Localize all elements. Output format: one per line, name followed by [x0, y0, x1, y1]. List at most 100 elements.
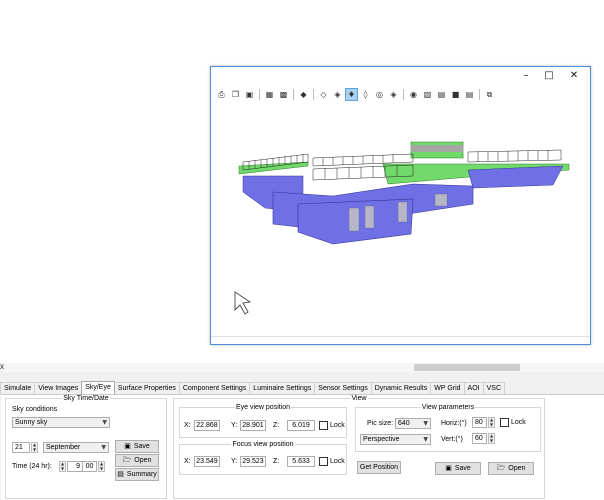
projection-select[interactable]: Perspective ▼ [360, 434, 431, 445]
camera-icon[interactable]: ▦ [263, 88, 276, 101]
focus-y-field[interactable]: 29.523 [240, 456, 266, 467]
view-icon[interactable]: ◈ [331, 88, 344, 101]
frame-icon[interactable]: ▩ [277, 88, 290, 101]
get-position-button[interactable]: Get Position [357, 461, 401, 474]
view-save-button[interactable]: ▣ Save [435, 462, 481, 475]
vert-stepper[interactable]: ▲ ▼ [488, 433, 495, 444]
render-icon[interactable]: ◎ [373, 88, 386, 101]
hour-field[interactable]: 9 [67, 461, 83, 472]
day-stepper[interactable]: ▲ ▼ [31, 442, 38, 453]
pic-size-value: 640 [398, 420, 410, 427]
minimize-icon[interactable]: – [515, 69, 537, 82]
tab-strip: Simulate View Images Sky/Eye Surface Pro… [0, 381, 604, 394]
sky-conditions-select[interactable]: Sunny sky ▼ [12, 417, 110, 428]
shade-icon[interactable]: ◆ [297, 88, 310, 101]
toolbar-divider [479, 89, 480, 100]
tab-surface-properties[interactable]: Surface Properties [113, 382, 180, 394]
axis-icon[interactable]: ▤ [435, 88, 448, 101]
horiz-field[interactable]: 80 [472, 417, 487, 428]
sun-icon[interactable]: ◈ [387, 88, 400, 101]
eye-x-label: X: [184, 422, 191, 429]
pic-size-select[interactable]: 640 ▼ [395, 418, 431, 429]
texture-icon[interactable]: ◊ [359, 88, 372, 101]
shadow-icon[interactable]: ◉ [407, 88, 420, 101]
minute-stepper[interactable]: ▲ ▼ [98, 461, 105, 472]
horiz-lock-checkbox[interactable] [500, 418, 509, 427]
chevron-down-icon: ▼ [101, 444, 106, 451]
eye-z-field[interactable]: 6.019 [287, 420, 315, 431]
tab-dynamic-results[interactable]: Dynamic Results [370, 382, 432, 394]
tab-component-settings[interactable]: Component Settings [178, 382, 251, 394]
pic-size-label: Pic size: [367, 420, 394, 427]
folder-icon: 🗁 [122, 456, 132, 464]
minute-field[interactable]: 00 [83, 461, 97, 472]
chevron-down-icon: ▼ [423, 420, 428, 427]
eye-view-title: Eye view position [235, 404, 291, 411]
solid-view-icon[interactable]: ♦ [345, 88, 358, 101]
tab-luminaire-settings[interactable]: Luminaire Settings [249, 382, 316, 394]
tag-icon[interactable]: ■ [449, 88, 462, 101]
focus-view-title: Focus view position [232, 441, 294, 448]
eye-x-field[interactable]: 22.868 [194, 420, 220, 431]
tag-icon[interactable]: ▤ [463, 88, 476, 101]
focus-z-field[interactable]: 5.633 [287, 456, 315, 467]
tab-aoi[interactable]: AOI [463, 382, 484, 394]
eye-y-label: Y: [231, 422, 238, 429]
tab-simulate[interactable]: Simulate [0, 382, 36, 394]
viewer-status-bar [211, 336, 590, 344]
summary-icon: ▤ [117, 470, 124, 478]
day-field[interactable]: 21 [12, 442, 30, 453]
save-icon[interactable]: ▣ [243, 88, 256, 101]
save-icon: ▣ [445, 464, 452, 472]
maximize-icon[interactable]: □ [538, 69, 560, 82]
eye-lock-checkbox[interactable] [319, 421, 328, 430]
month-select[interactable]: September ▼ [43, 442, 109, 453]
sky-eye-tab-content: Sky Time/Date Sky conditions Sunny sky ▼… [1, 394, 604, 500]
summary-button[interactable]: ▤ Summary [115, 468, 159, 481]
save-icon: ▣ [124, 442, 131, 450]
tab-view-images[interactable]: View Images [34, 382, 83, 394]
view-open-button[interactable]: 🗁 Open [488, 462, 534, 475]
hour-stepper[interactable]: ▲ ▼ [59, 461, 66, 472]
viewer-titlebar[interactable]: – □ ✕ [211, 67, 590, 84]
horiz-label: Horiz:(°) [441, 420, 467, 427]
toolbar-divider [293, 89, 294, 100]
window-icon[interactable]: ⧉ [483, 88, 496, 101]
print-icon[interactable]: ⎙ [215, 88, 228, 101]
tab-sky-eye[interactable]: Sky/Eye [81, 381, 115, 394]
sky-open-label: Open [134, 457, 152, 464]
focus-lock-checkbox[interactable] [319, 457, 328, 466]
toolbar-divider [403, 89, 404, 100]
grid-icon[interactable]: ▧ [421, 88, 434, 101]
focus-x-label: X: [184, 458, 191, 465]
horiz-stepper[interactable]: ▲ ▼ [488, 417, 495, 428]
eye-lock-label: Lock [330, 422, 345, 429]
toolbar-divider [259, 89, 260, 100]
wire-icon[interactable]: ◇ [317, 88, 330, 101]
eye-y-field[interactable]: 28.901 [240, 420, 266, 431]
sky-open-button[interactable]: 🗁 Open [115, 454, 159, 467]
sky-save-label: Save [133, 443, 150, 450]
view-save-label: Save [454, 465, 471, 472]
focus-z-label: Z: [273, 458, 280, 465]
vert-field[interactable]: 60 [472, 433, 487, 444]
view-parameters-title: View parameters [421, 404, 475, 411]
tab-sensor-settings[interactable]: Sensor Settings [314, 382, 372, 394]
tab-vsc[interactable]: VSC [482, 382, 506, 394]
building-model [238, 141, 570, 245]
horizontal-scrollbar[interactable] [4, 363, 604, 372]
cursor-icon [234, 291, 252, 315]
sky-save-button[interactable]: ▣ Save [115, 440, 159, 453]
close-icon[interactable]: ✕ [563, 69, 585, 82]
copy-icon[interactable]: ❐ [229, 88, 242, 101]
chevron-down-icon: ▼ [102, 419, 107, 426]
vert-label: Vert:(°) [441, 436, 463, 443]
scrollbar-thumb[interactable] [414, 364, 520, 371]
folder-icon: 🗁 [496, 464, 506, 472]
sky-conditions-label: Sky conditions [12, 406, 58, 413]
tab-wp-grid[interactable]: WP Grid [430, 382, 465, 394]
model-3d-view[interactable] [213, 104, 588, 334]
focus-x-field[interactable]: 23.549 [194, 456, 220, 467]
control-panel: x Simulate View Images Sky/Eye Surface P… [0, 362, 604, 500]
viewer-window: – □ ✕ ⎙ ❐ ▣ ▦ ▩ ◆ ◇ ◈ ♦ ◊ ◎ ◈ ◉ ▧ ▤ ■ ▤ … [210, 66, 591, 345]
